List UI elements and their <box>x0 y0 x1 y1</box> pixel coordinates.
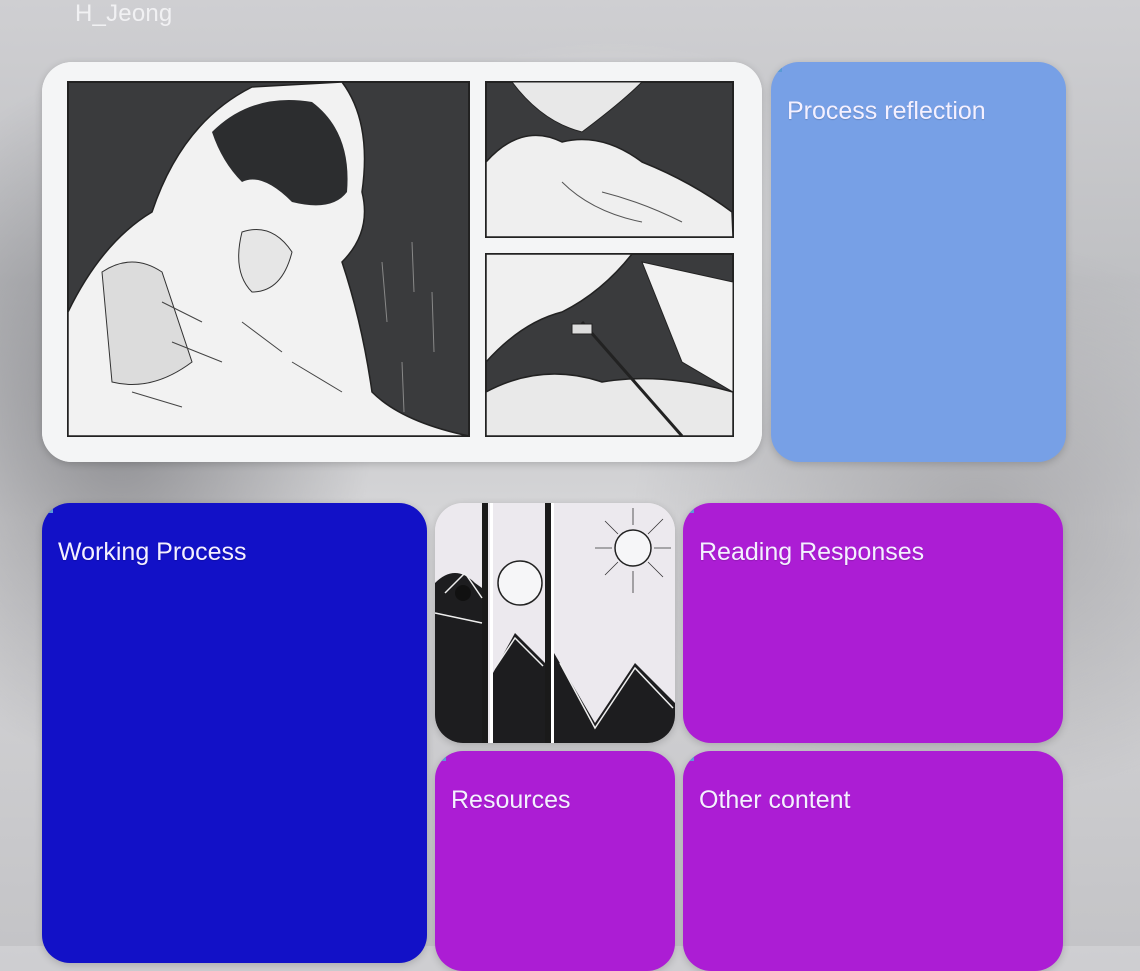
resources-tile[interactable]: Resources <box>435 751 675 971</box>
other-content-tile[interactable]: Other content <box>683 751 1063 971</box>
sun-artwork-image <box>435 503 675 743</box>
comic-artwork-tile[interactable] <box>42 62 762 462</box>
reading-responses-tile[interactable]: Reading Responses <box>683 503 1063 743</box>
reading-responses-label: Reading Responses <box>699 538 925 566</box>
broken-image-icon <box>437 753 450 766</box>
comic-artwork-image <box>42 62 762 462</box>
broken-image-icon <box>773 64 786 77</box>
broken-image-icon <box>44 505 57 518</box>
broken-image-icon <box>685 753 698 766</box>
resources-label: Resources <box>451 786 571 814</box>
broken-image-icon <box>685 505 698 518</box>
other-content-label: Other content <box>699 786 851 814</box>
working-process-label: Working Process <box>58 538 247 566</box>
working-process-tile[interactable]: Working Process <box>42 503 427 963</box>
sun-artwork-tile[interactable] <box>435 503 675 743</box>
site-title[interactable]: H_Jeong <box>75 0 172 28</box>
process-reflection-label: Process reflection <box>787 97 986 125</box>
process-reflection-tile[interactable]: Process reflection <box>771 62 1066 462</box>
